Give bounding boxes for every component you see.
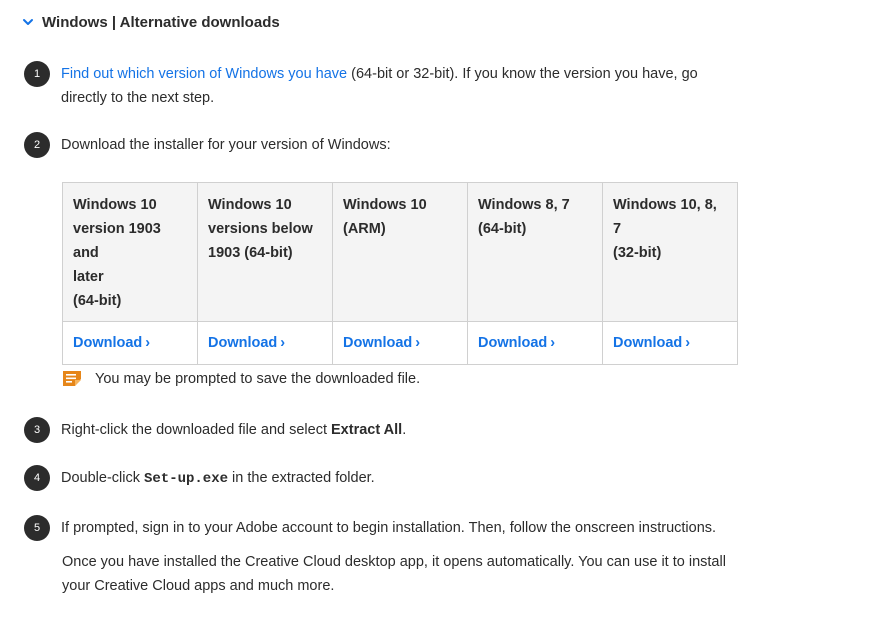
chevron-right-icon: › [415, 335, 421, 351]
step-number: 1 [24, 61, 50, 87]
step-4-text: Double-click [61, 470, 144, 486]
download-cell: Download › [197, 321, 333, 365]
step-number: 5 [24, 515, 50, 541]
download-link-win87-64[interactable]: Download › [478, 335, 555, 351]
column-header: Windows 8, 7 (64-bit) [467, 182, 603, 322]
chevron-right-icon: › [685, 335, 691, 351]
chevron-right-icon: › [280, 335, 286, 351]
download-link-win10-arm[interactable]: Download › [343, 335, 420, 351]
column-header: Windows 10, 8, 7 (32-bit) [602, 182, 738, 322]
setup-exe-code: Set-up.exe [144, 471, 229, 487]
extract-all-label: Extract All [331, 422, 403, 438]
section-toggle[interactable]: Windows | Alternative downloads [22, 12, 280, 32]
header-line: (32-bit) [613, 245, 662, 261]
header-line: Windows 8, 7 [478, 197, 570, 213]
download-label: Download [73, 335, 143, 351]
step-text: Find out which version of Windows you ha… [61, 62, 741, 110]
note-text: You may be prompted to save the download… [95, 371, 421, 387]
chevron-right-icon: › [550, 335, 556, 351]
step-number: 2 [24, 132, 50, 158]
download-label: Download [478, 335, 548, 351]
closing-paragraph: Once you have installed the Creative Clo… [62, 554, 726, 594]
download-cell: Download › [62, 321, 198, 365]
step-text: Right-click the downloaded file and sele… [61, 418, 741, 443]
download-link-win10-1903-64[interactable]: Download › [73, 335, 150, 351]
note-icon [62, 369, 84, 389]
note: You may be prompted to save the download… [62, 369, 420, 389]
header-line: Windows 10, 8, 7 [613, 197, 717, 237]
step-text: Double-click Set-up.exe in the extracted… [61, 466, 741, 491]
header-line: Windows 10 [208, 197, 292, 213]
step-3: 3 Right-click the downloaded file and se… [24, 417, 741, 443]
download-label: Download [613, 335, 683, 351]
download-table: Windows 10 version 1903 and later (64-bi… [62, 182, 738, 365]
windows-version-link[interactable]: Find out which version of Windows you ha… [61, 66, 347, 82]
download-label: Download [343, 335, 413, 351]
header-line: (64-bit) [478, 221, 527, 237]
chevron-down-icon [22, 16, 34, 28]
step-number: 4 [24, 465, 50, 491]
step-3-text: Right-click the downloaded file and sele… [61, 422, 332, 438]
section-title: Windows | Alternative downloads [42, 13, 280, 31]
step-4-suffix: in the extracted folder. [228, 470, 375, 486]
step-number: 3 [24, 417, 50, 443]
header-line: version 1903 and [73, 221, 161, 261]
download-link-win1087-32[interactable]: Download › [613, 335, 690, 351]
step-5: 5 If prompted, sign in to your Adobe acc… [24, 515, 781, 541]
chevron-right-icon: › [145, 335, 151, 351]
header-line: Windows 10 [343, 197, 427, 213]
header-line: (ARM) [343, 221, 386, 237]
column-header: Windows 10 versions below 1903 (64-bit) [197, 182, 333, 322]
header-line: later [73, 269, 104, 285]
step-2: 2 Download the installer for your versio… [24, 132, 741, 158]
header-line: 1903 (64-bit) [208, 245, 293, 261]
step-text: Download the installer for your version … [61, 137, 391, 153]
column-header: Windows 10 version 1903 and later (64-bi… [62, 182, 198, 322]
column-header: Windows 10 (ARM) [332, 182, 468, 322]
step-3-suffix: . [402, 422, 407, 438]
header-line: (64-bit) [73, 293, 122, 309]
download-link-win10-below-1903-64[interactable]: Download › [208, 335, 285, 351]
step-text: If prompted, sign in to your Adobe accou… [61, 520, 717, 536]
download-cell: Download › [602, 321, 738, 365]
header-line: versions below [208, 221, 313, 237]
step-1: 1 Find out which version of Windows you … [24, 61, 741, 110]
download-cell: Download › [467, 321, 603, 365]
download-label: Download [208, 335, 278, 351]
step-4: 4 Double-click Set-up.exe in the extract… [24, 465, 741, 491]
download-cell: Download › [332, 321, 468, 365]
header-line: Windows 10 [73, 197, 157, 213]
